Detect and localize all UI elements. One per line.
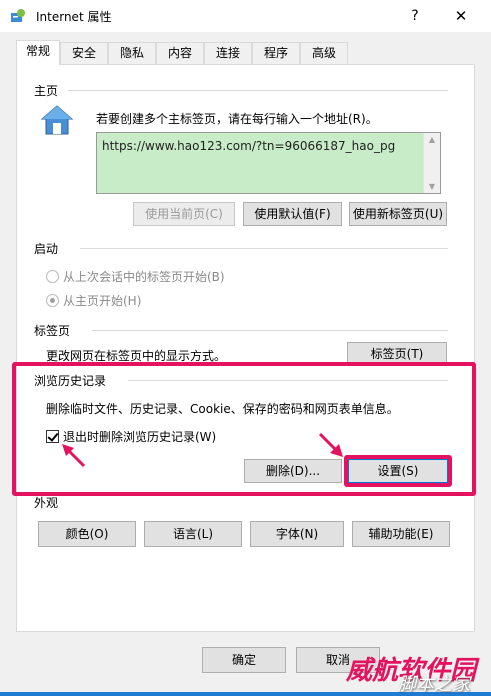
home-icon	[40, 105, 74, 135]
tab-privacy[interactable]: 隐私	[108, 42, 156, 64]
startup-last-session-radio[interactable]	[46, 270, 59, 283]
tabs-group-label: 标签页	[34, 324, 71, 338]
window-title: Internet 属性	[36, 10, 112, 24]
scroll-up-icon[interactable]: ▲	[424, 135, 440, 144]
homepage-url-input[interactable]: https://www.hao123.com/?tn=96066187_hao_…	[96, 132, 441, 194]
use-current-button[interactable]: 使用当前页(C)	[133, 202, 235, 226]
divider	[68, 90, 448, 91]
title-bar: Internet 属性 ? ✕	[0, 0, 491, 32]
languages-button[interactable]: 语言(L)	[144, 521, 242, 547]
tab-connections[interactable]: 连接	[204, 42, 252, 64]
homepage-instructions: 若要创建多个主标签页，请在每行输入一个地址(R)。	[96, 112, 378, 126]
appearance-group-label: 外观	[34, 496, 59, 510]
startup-homepage-label: 从主页开始(H)	[63, 294, 142, 308]
tab-general[interactable]: 常规	[16, 40, 60, 65]
use-default-button[interactable]: 使用默认值(F)	[243, 202, 342, 226]
use-new-tab-button[interactable]: 使用新标签页(U)	[349, 202, 447, 226]
tab-content[interactable]: 内容	[156, 42, 204, 64]
homepage-url-text: https://www.hao123.com/?tn=96066187_hao_…	[102, 139, 396, 153]
internet-options-icon	[11, 9, 25, 22]
divider	[80, 248, 448, 249]
arrow-icon	[62, 444, 86, 468]
watermark-logo: 脚本之家	[398, 674, 470, 695]
fonts-button[interactable]: 字体(N)	[250, 521, 344, 547]
internet-properties-window: Internet 属性 ? ✕ 常规 安全 隐私 内容 连接 程序 高级 主页 …	[0, 0, 491, 695]
vertical-scrollbar[interactable]: ▲ ▼	[423, 133, 440, 193]
help-button[interactable]: ?	[400, 4, 430, 28]
colors-button[interactable]: 颜色(O)	[38, 521, 136, 547]
arrow-icon	[318, 432, 343, 457]
startup-last-session-label: 从上次会话中的标签页开始(B)	[63, 270, 225, 284]
settings-highlight-box	[344, 455, 452, 487]
startup-group-label: 启动	[34, 242, 59, 256]
tab-programs[interactable]: 程序	[252, 42, 300, 64]
tab-security[interactable]: 安全	[60, 42, 108, 64]
ok-button[interactable]: 确定	[202, 647, 286, 673]
homepage-group-label: 主页	[34, 84, 59, 98]
close-button[interactable]: ✕	[446, 4, 476, 28]
accessibility-button[interactable]: 辅助功能(E)	[352, 521, 450, 547]
startup-homepage-radio[interactable]	[46, 294, 59, 307]
tab-advanced[interactable]: 高级	[300, 42, 348, 64]
scroll-down-icon[interactable]: ▼	[424, 182, 440, 191]
divider	[92, 330, 448, 331]
